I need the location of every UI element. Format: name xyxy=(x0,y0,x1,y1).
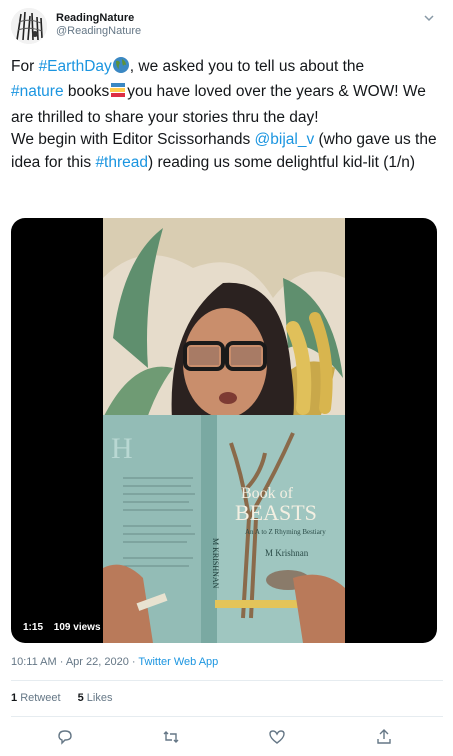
share-icon[interactable] xyxy=(374,727,394,747)
account-names: ReadingNature @ReadingNature xyxy=(56,12,141,38)
reply-icon[interactable] xyxy=(55,727,75,747)
caret-down-icon[interactable] xyxy=(421,10,437,26)
tweet-actions xyxy=(0,724,453,750)
account-handle[interactable]: @ReadingNature xyxy=(56,25,141,38)
likes-count: 5 xyxy=(77,692,84,704)
like-icon[interactable] xyxy=(267,727,287,747)
text-segment: For xyxy=(11,58,39,75)
mention-link[interactable]: @bijal_v xyxy=(255,131,315,148)
svg-text:H: H xyxy=(111,432,133,465)
likes-stat[interactable]: 5 Likes xyxy=(78,692,113,704)
divider xyxy=(11,716,443,717)
book-title-line2: BEASTS xyxy=(235,500,317,525)
video-duration: 1:15 xyxy=(23,622,44,633)
display-name[interactable]: ReadingNature xyxy=(56,12,141,25)
text-segment: ) reading us some delightful kid-lit (1/… xyxy=(148,153,416,171)
video-views: 109 views xyxy=(53,622,101,633)
divider xyxy=(11,680,443,681)
tweet-paragraph-1: For #EarthDay , we asked you to tell us a… xyxy=(11,56,443,129)
tweet-timestamp[interactable]: 10:11 AM · Apr 22, 2020 · xyxy=(11,656,138,668)
book-spine-text: M KRISHNAN xyxy=(211,538,220,589)
video-player[interactable]: M KRISHNAN H Book of BEASTS An A to Z Rh… xyxy=(11,218,437,643)
video-frame: M KRISHNAN H Book of BEASTS An A to Z Rh… xyxy=(103,218,345,643)
tweet-paragraph-2: We begin with Editor Scissorhands @bijal… xyxy=(11,129,443,174)
text-segment: books xyxy=(63,83,110,101)
retweets-count: 1 xyxy=(11,692,18,704)
books-emoji xyxy=(109,81,127,106)
likes-label: Likes xyxy=(86,692,113,704)
avatar[interactable] xyxy=(11,8,47,44)
tweet-source-link[interactable]: Twitter Web App xyxy=(138,656,218,668)
hashtag-nature-link[interactable]: #nature xyxy=(11,83,64,100)
text-segment: , we asked you to tell us about the xyxy=(129,58,365,75)
tweet-text: For #EarthDay , we asked you to tell us a… xyxy=(11,56,443,174)
tweet-header: ReadingNature @ReadingNature xyxy=(11,6,441,46)
tweet-card: ReadingNature @ReadingNature For #EarthD… xyxy=(0,0,453,756)
retweet-icon[interactable] xyxy=(161,727,181,747)
tweet-stats: 1 Retweet 5 Likes xyxy=(11,692,126,704)
video-overlay: 1:15 109 views xyxy=(23,622,109,633)
hashtag-thread-link[interactable]: #thread xyxy=(95,154,148,171)
book-subtitle: An A to Z Rhyming Bestiary xyxy=(245,528,326,536)
book-author: M Krishnan xyxy=(265,548,309,558)
hashtag-earthday-link[interactable]: #EarthDay xyxy=(39,58,112,75)
retweets-label: Retweet xyxy=(20,692,61,704)
text-segment: We begin with Editor Scissorhands xyxy=(11,131,255,149)
earth-globe-emoji xyxy=(112,56,130,81)
retweets-stat[interactable]: 1 Retweet xyxy=(11,692,61,704)
tweet-meta: 10:11 AM · Apr 22, 2020 · Twitter Web Ap… xyxy=(11,656,218,668)
